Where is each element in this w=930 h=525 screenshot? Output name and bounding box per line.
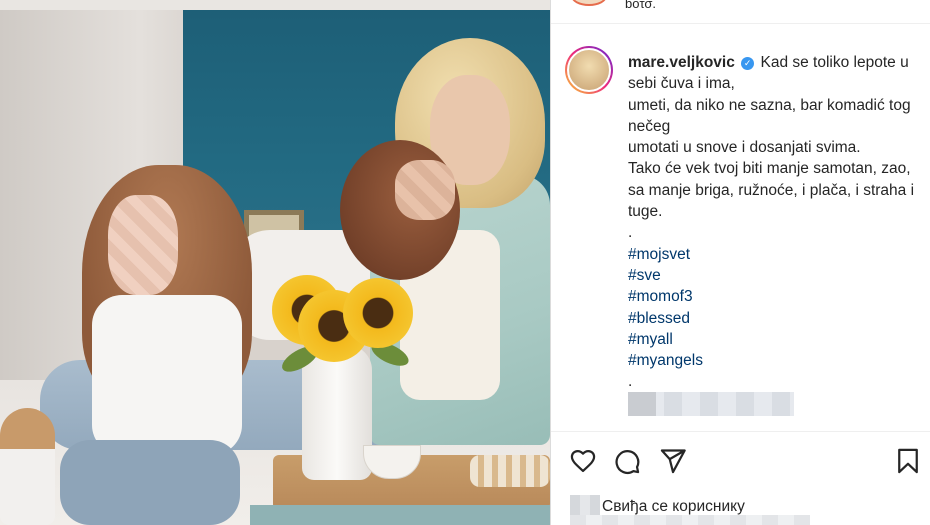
hashtag-link[interactable]: #sve (628, 265, 926, 286)
save-button[interactable] (894, 447, 924, 477)
hashtag-link[interactable]: #myangels (628, 350, 926, 371)
previous-comment-avatar[interactable] (571, 0, 607, 6)
previous-comment-strip: boτσ. (551, 0, 930, 24)
photo-girl1-shirt (92, 295, 242, 455)
bookmark-icon (898, 448, 918, 474)
likes-line: Свиђа се кориснику (570, 495, 745, 516)
post-actions-bar (569, 447, 919, 477)
previous-comment-text: boτσ. (625, 0, 657, 11)
liker-avatar-blurred (570, 495, 600, 515)
hashtag-link[interactable]: #momof3 (628, 286, 926, 307)
author-avatar[interactable] (565, 46, 613, 94)
photo-girl1-face-blurred (108, 195, 178, 295)
caption-first-line: mare.veljkovic ✓ Kad se toliko lepote u … (628, 52, 926, 95)
hashtag-link[interactable]: #myall (628, 329, 926, 350)
blurred-mentions (628, 392, 794, 416)
caption-line: umeti, da niko ne sazna, bar komadić tog… (628, 96, 911, 135)
photo-cake (470, 455, 550, 487)
share-icon (660, 449, 686, 474)
divider (551, 431, 930, 432)
caption-line: umotati u snove i dosanjati svima. (628, 139, 861, 157)
caption-line: . (628, 224, 633, 242)
post-side-panel: boτσ. mare.veljkovic ✓ Kad se toliko lep… (550, 0, 930, 525)
hashtag-link[interactable]: #blessed (628, 308, 926, 329)
comment-icon (615, 450, 640, 474)
photo-sunflower (343, 278, 413, 348)
verified-badge-icon: ✓ (741, 57, 755, 70)
post-caption: mare.veljkovic ✓ Kad se toliko lepote u … (628, 52, 926, 393)
caption-trailing-dot: . (628, 373, 633, 391)
likes-text[interactable]: Свиђа се кориснику (602, 498, 745, 515)
photo-doll (0, 408, 55, 525)
photo-ceiling (0, 0, 550, 10)
like-button[interactable] (569, 447, 599, 477)
comment-button[interactable] (613, 447, 643, 477)
post-photo[interactable] (0, 0, 550, 525)
photo-girl2-face-blurred (395, 160, 455, 220)
blurred-text (570, 515, 810, 525)
photo-vase (302, 345, 372, 480)
author-username[interactable]: mare.veljkovic (628, 54, 735, 71)
photo-girl1-jeans (60, 440, 240, 525)
caption-line: Tako će vek tvoj biti manje samotan, zao… (628, 160, 915, 221)
share-button[interactable] (659, 447, 689, 477)
hashtag-link[interactable]: #mojsvet (628, 244, 926, 265)
photo-blanket (250, 505, 550, 525)
author-avatar-image (567, 48, 611, 92)
heart-icon (570, 449, 596, 473)
